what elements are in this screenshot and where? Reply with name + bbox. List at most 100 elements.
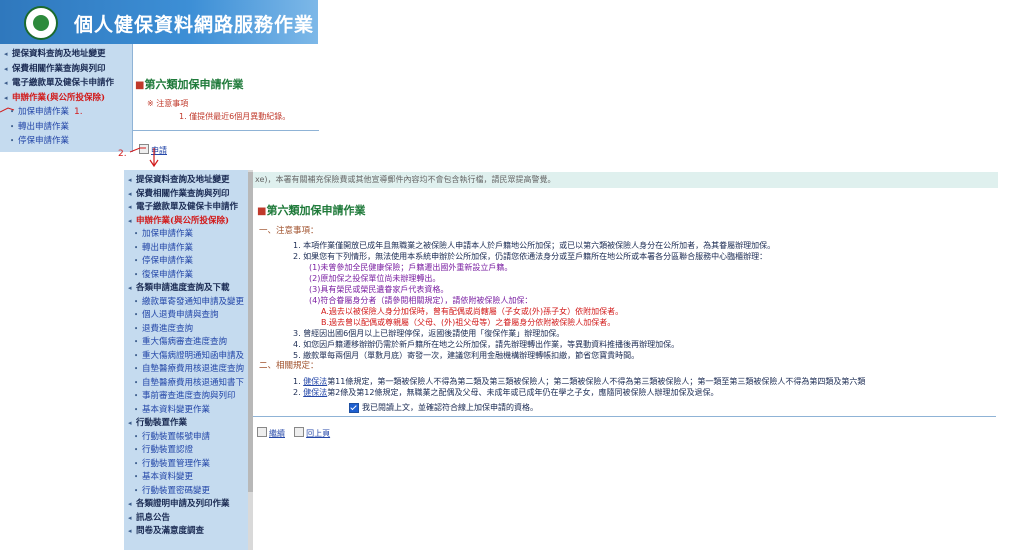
rules-list: 1. 健保法第11條規定，第一類被保險人不得為第二類及第三類被保險人；第二類被保… <box>293 376 993 398</box>
sidebar-item-label: 自墊醫療費用核退通知書下 <box>142 377 245 388</box>
sidebar-item[interactable]: • 重大傷病審查進度查詢 <box>124 335 248 349</box>
rule-text: 第2條及第12條規定，無職業之配偶及父母、未成年或已成年仍在學之子女，應隨同被保… <box>327 388 719 397</box>
bullet-icon: ◂ <box>128 283 132 292</box>
sidebar-item[interactable]: • 基本資料變更 <box>124 470 248 484</box>
sidebar-item[interactable]: ◂ 問卷及滿意度調查 <box>124 524 248 538</box>
sidebar-item-label: 提保資料查詢及地址變更 <box>136 175 230 185</box>
sidebar-item[interactable]: • 加保申請作業 <box>124 227 248 241</box>
sidebar-item[interactable]: • 退費進度查詢 <box>124 322 248 336</box>
bullet-icon: • <box>134 230 139 238</box>
bullet-icon: ◂ <box>128 175 132 184</box>
sidebar-item[interactable]: • 事前審查進度查詢與列印 <box>124 389 248 403</box>
continue-icon <box>257 426 267 437</box>
sidebar-item-label: 退費進度查詢 <box>142 323 194 334</box>
back-link[interactable]: 回上頁 <box>306 429 330 438</box>
sidebar-item-label: 電子繳款單及健保卡申請作 <box>136 202 239 212</box>
sidebar-item-label: 基本資料變更 <box>142 472 194 482</box>
agree-checkbox[interactable] <box>349 402 359 413</box>
bottom-pane: xe)，本署有關補充保險費或其他宣導郵件內容均不會包含執行檔，請民眾提高警覺。 … <box>253 170 998 450</box>
annotation-check-2 <box>129 147 146 153</box>
bullet-icon: • <box>134 459 139 468</box>
sidebar-item[interactable]: ◂ 保費相關作業查詢與列印 <box>124 187 248 201</box>
sidebar-item[interactable]: • 基本資料變更作業 <box>124 403 248 417</box>
sidebar-item-label: 重大傷病證明通知函申請及 <box>142 350 245 361</box>
bullet-icon: • <box>134 432 139 441</box>
sidebar-item[interactable]: • 重大傷病證明通知函申請及 <box>124 349 248 363</box>
sidebar-item[interactable]: ◂ 電子繳款單及健保卡申請作 <box>124 200 248 214</box>
nav-links: 繼續 回上頁 <box>257 421 330 440</box>
sidebar-bottom: ◂ 提保資料查詢及地址變更 ◂ 保費相關作業查詢與列印 ◂ 電子繳款單及健保卡申請作 ◂ 申辦… <box>124 170 249 550</box>
sidebar-item[interactable]: ◂ 提保資料查詢及地址變更 <box>124 173 248 187</box>
note-line: 1. 本項作業僅開放已成年且無職業之被保險人申請本人於戶籍地公所加保；或已以第六… <box>293 241 776 250</box>
rule-text: 第11條規定，第一類被保險人不得為第二類及第三類被保險人；第二類被保險人不得為第… <box>327 377 866 386</box>
bullet-icon: ◂ <box>128 499 132 508</box>
sidebar-item[interactable]: • 行動裝置密碼變更 <box>124 484 248 498</box>
sidebar-item[interactable]: • 個人退費申請與查詢 <box>124 308 248 322</box>
sidebar-item-label: 訊息公告 <box>136 512 171 523</box>
sidebar-item-label: 事前審查進度查詢與列印 <box>142 391 236 401</box>
sidebar-item-label: 各類證明申請及列印作業 <box>136 499 230 509</box>
bullet-icon: ◂ <box>128 188 132 198</box>
sidebar-item[interactable]: • 自墊醫療費用核退通知書下 <box>124 376 248 390</box>
agree-label: 我已閱讀上文，並確認符合線上加保申請的資格。 <box>362 403 538 412</box>
rule-number: 2. <box>293 388 304 397</box>
sidebar-item-label: 行動裝置帳號申請 <box>142 431 211 442</box>
back-icon <box>294 426 305 437</box>
sidebar-item-label: 申辦作業(與公所投保除) <box>136 215 230 226</box>
sidebar-item-label: 復保申請作業 <box>142 269 194 280</box>
note-line: (2)原加保之投保單位尚未辦理轉出。 <box>309 274 441 283</box>
sidebar-item[interactable]: ◂ 各類證明申請及列印作業 <box>124 497 248 511</box>
sidebar-item[interactable]: • 停保申請作業 <box>124 254 248 268</box>
bullet-icon: ◂ <box>128 418 132 427</box>
bullet-icon: ◂ <box>128 526 132 535</box>
bullet-icon: • <box>134 365 139 373</box>
sidebar-item[interactable]: ◂ 行動裝置作業 <box>124 416 248 430</box>
sidebar-item[interactable]: ◂ 申辦作業(與公所投保除) <box>124 214 248 228</box>
note-line: B.過去曾以配偶或尊親屬（父母、(外)祖父母等）之眷屬身分依附被保險人加保者。 <box>321 318 616 327</box>
annotation-2: 2. <box>118 149 127 159</box>
bullet-icon: • <box>134 405 139 414</box>
bullet-icon: • <box>134 446 139 454</box>
sidebar-item-label: 問卷及滿意度調查 <box>136 526 205 536</box>
note-line: (4)符合眷屬身分者（請參閱相關規定），請依附被保險人加保： <box>309 296 533 305</box>
sidebar-item[interactable]: ◂ 訊息公告 <box>124 511 248 525</box>
annotation-check-1 <box>0 107 15 113</box>
section-notes-heading: 一、注意事項： <box>259 226 319 236</box>
notes-list: 1. 本項作業僅開放已成年且無職業之被保險人申請本人於戶籍地公所加保；或已以第六… <box>293 240 993 361</box>
bullet-icon: • <box>134 378 139 387</box>
sidebar-item[interactable]: • 行動裝置認證 <box>124 443 248 457</box>
sidebar-item-label: 各類申請進度查詢及下載 <box>136 283 230 293</box>
sidebar-item-label: 自墊醫療費用核退進度查詢 <box>142 364 245 374</box>
sidebar-item[interactable]: • 轉出申請作業 <box>124 241 248 255</box>
note-line: 3. 曾經因出國6個月以上已辦理停保，返國後請使用「復保作業」辦理加保。 <box>293 329 565 338</box>
bullet-icon: • <box>134 351 139 360</box>
sidebar-item[interactable]: • 自墊醫療費用核退進度查詢 <box>124 362 248 376</box>
bullet-icon: • <box>134 486 139 495</box>
bullet-icon: • <box>134 392 139 400</box>
continue-link[interactable]: 繼續 <box>269 429 285 438</box>
law-link[interactable]: 健保法 <box>303 377 327 386</box>
sidebar-item[interactable]: ◂ 各類申請進度查詢及下載 <box>124 281 248 295</box>
rule-line: 1. 健保法第11條規定，第一類被保險人不得為第二類及第三類被保險人；第二類被保… <box>293 376 993 387</box>
sidebar-item[interactable]: • 繳款單寄發通知申請及變更 <box>124 295 248 309</box>
bottom-divider <box>253 416 996 417</box>
sidebar-item[interactable]: • 行動裝置帳號申請 <box>124 430 248 444</box>
sidebar-item[interactable]: • 復保申請作業 <box>124 268 248 282</box>
sidebar-item-label: 個人退費申請與查詢 <box>142 310 219 320</box>
rule-line: 2. 健保法第2條及第12條規定，無職業之配偶及父母、未成年或已成年仍在學之子女… <box>293 387 993 398</box>
note-line: (1)未曾參加全民健康保險；戶籍遷出國外重新設立戶籍。 <box>309 263 513 272</box>
section-rules-heading: 二、相關規定： <box>259 361 319 371</box>
bullet-icon: • <box>134 311 139 319</box>
bullet-icon: ◂ <box>128 202 132 211</box>
bullet-icon: • <box>134 473 139 481</box>
sidebar-item-label: 基本資料變更作業 <box>142 404 211 415</box>
agree-checkbox-row[interactable]: 我已閱讀上文，並確認符合線上加保申請的資格。 <box>349 402 538 413</box>
bullet-icon: ◂ <box>128 512 132 522</box>
bottom-page-title: ■第六類加保申請作業 <box>257 204 366 217</box>
sidebar-item-label: 行動裝置密碼變更 <box>142 485 211 496</box>
note-line: 5. 繳款單每兩個月（單數月底）寄發一次，建議您利用金融機構辦理轉帳扣繳，節省您… <box>293 351 640 360</box>
law-link[interactable]: 健保法 <box>303 388 327 397</box>
sidebar-item[interactable]: • 行動裝置管理作業 <box>124 457 248 471</box>
sidebar-item-label: 停保申請作業 <box>142 256 194 266</box>
notice-marquee: xe)，本署有關補充保險費或其他宣導郵件內容均不會包含執行檔，請民眾提高警覺。 <box>253 172 998 188</box>
